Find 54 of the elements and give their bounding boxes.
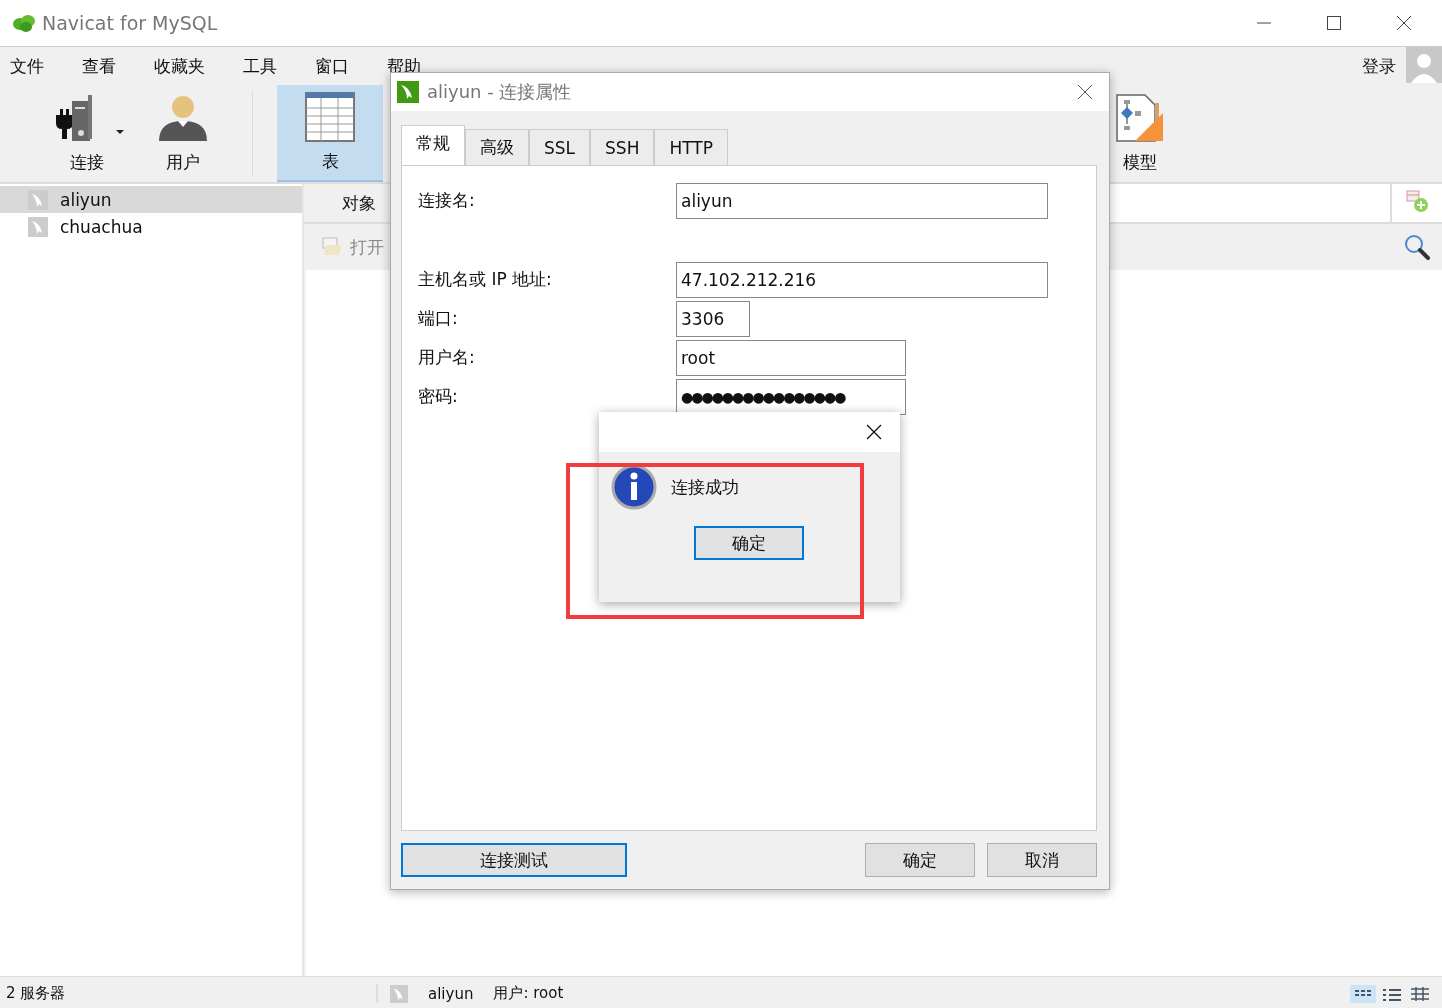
user-icon	[156, 93, 210, 143]
diagram-icon	[1115, 93, 1165, 143]
field-label: 连接名:	[418, 189, 476, 212]
input-field[interactable]: 47.102.212.216	[676, 261, 1048, 298]
leaf-logo-icon	[12, 13, 36, 33]
server-count: 2 服务器	[5, 984, 67, 1003]
dialog-tab[interactable]: SSL	[529, 129, 591, 165]
menu-item[interactable]: 查看	[82, 54, 116, 78]
toolbar-button[interactable]: 用户	[144, 85, 222, 182]
search-icon[interactable]	[1404, 234, 1430, 260]
dolphin-icon	[28, 189, 48, 210]
field-label: 主机名或 IP 地址:	[418, 268, 553, 291]
message-text: 连接成功	[671, 475, 739, 499]
detail-view-icon[interactable]	[1408, 984, 1432, 1003]
info-icon	[611, 464, 657, 510]
status-connection: aliyun	[428, 984, 474, 1003]
dolphin-icon	[397, 81, 419, 103]
menu-item[interactable]: 收藏夹	[154, 54, 205, 78]
add-table-icon	[1405, 189, 1429, 213]
ok-button[interactable]: 确定	[694, 526, 804, 560]
login-link[interactable]: 登录	[1362, 54, 1396, 78]
menu-item[interactable]: 工具	[243, 54, 277, 78]
close-icon[interactable]	[866, 424, 882, 440]
test-connection-button[interactable]: 连接测试	[401, 843, 627, 877]
dolphin-icon	[390, 984, 408, 1003]
close-icon[interactable]	[1077, 84, 1093, 100]
dolphin-icon	[28, 216, 48, 237]
window-title: Navicat for MySQL	[42, 12, 218, 34]
grid-view-icon[interactable]	[1350, 984, 1376, 1003]
menu-item[interactable]: 窗口	[315, 54, 349, 78]
maximize-icon[interactable]	[1326, 15, 1342, 31]
dialog-tab[interactable]: SSH	[590, 129, 655, 165]
table-icon	[305, 92, 355, 142]
toolbar-button[interactable]: 连接	[30, 85, 144, 182]
connection-item[interactable]: chuachua	[0, 213, 302, 240]
folder-icon	[322, 237, 344, 257]
field-label: 用户名:	[418, 346, 476, 369]
input-field[interactable]: 3306	[676, 300, 750, 337]
field-label: 端口:	[418, 307, 459, 330]
input-field[interactable]: root	[676, 339, 906, 376]
password-field[interactable]: ●●●●●●●●●●●●●●●●	[676, 378, 906, 415]
dialog-tab[interactable]: HTTP	[654, 129, 728, 165]
dialog-tab[interactable]: 常规	[401, 125, 465, 165]
menu-item[interactable]: 文件	[10, 54, 44, 78]
input-field[interactable]: aliyun	[676, 182, 1048, 219]
toolbar-button[interactable]: 表	[277, 85, 383, 182]
dialog-title: aliyun - 连接属性	[427, 80, 572, 104]
field-label: 密码:	[418, 385, 459, 408]
close-icon[interactable]	[1396, 15, 1412, 31]
status-user: 用户: root	[493, 984, 564, 1003]
dialog-tab[interactable]: 高级	[465, 129, 529, 165]
connection-item[interactable]: aliyun	[0, 186, 302, 213]
ok-button[interactable]: 确定	[865, 843, 975, 877]
cancel-button[interactable]: 取消	[987, 843, 1097, 877]
